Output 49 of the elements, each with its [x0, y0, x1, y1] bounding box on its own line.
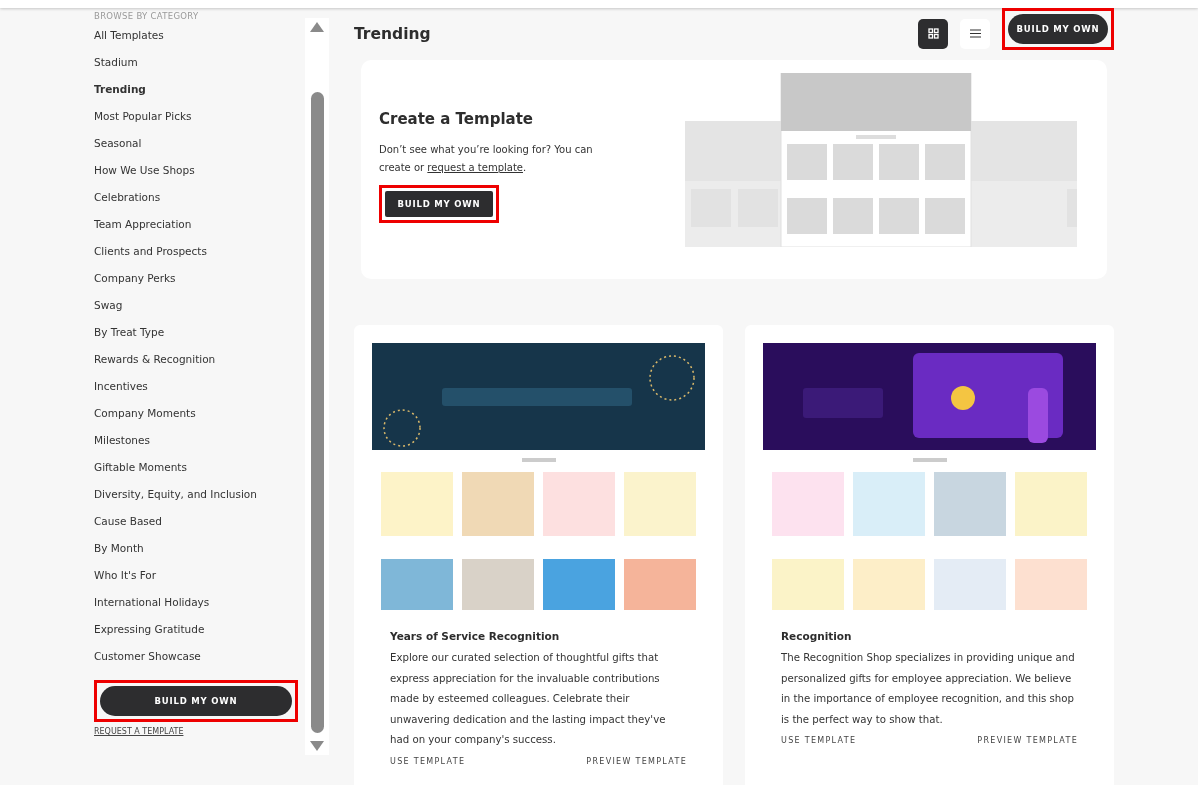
category-link[interactable]: Team Appreciation — [94, 216, 302, 243]
template-title: Years of Service Recognition — [390, 630, 561, 642]
category-link[interactable]: Diversity, Equity, and Inclusion — [94, 486, 302, 513]
request-template-link[interactable]: request a template — [427, 161, 523, 173]
scrollbar-thumb[interactable] — [310, 92, 324, 733]
category-link[interactable]: Stadium — [94, 54, 302, 81]
view-toggle[interactable] — [960, 18, 990, 49]
category-link[interactable]: Most Popular Picks — [94, 108, 302, 135]
category-link[interactable]: By Treat Type — [94, 324, 302, 351]
category-link[interactable]: Expressing Gratitude — [94, 621, 302, 648]
grid-icon — [927, 28, 939, 40]
category-link[interactable]: Cause Based — [94, 513, 302, 540]
template-title: Recognition — [781, 630, 853, 642]
category-link[interactable]: Company Moments — [94, 405, 302, 432]
category-link[interactable]: By Month — [94, 540, 302, 567]
category-link[interactable]: All Templates — [94, 27, 302, 54]
category-link[interactable]: Milestones — [94, 432, 302, 459]
build-my-own-button[interactable]: BUILD MY OWN — [385, 190, 493, 217]
category-link[interactable]: Company Perks — [94, 270, 302, 297]
scrollbar[interactable] — [305, 18, 329, 755]
build-my-own-button[interactable]: BUILD MY OWN — [100, 686, 292, 716]
build-my-own-button[interactable]: BUILD MY OWN — [1008, 14, 1108, 44]
scroll-up-icon — [310, 22, 325, 32]
section-heading: BROWSE BY CATEGORY — [94, 11, 200, 23]
category-link[interactable]: Clients and Prospects — [94, 243, 302, 270]
template-description: The Recognition Shop specializes in providing unique and personalized gifts for employee appreciation. We believe in the importance of employee recognition, and this shop is the perfect way to show that. — [781, 651, 1076, 727]
request-template-link[interactable]: REQUEST A TEMPLATE — [94, 727, 302, 736]
preview-template-link[interactable]: PREVIEW TEMPLATE — [977, 736, 1078, 745]
preview-template-link[interactable]: PREVIEW TEMPLATE — [586, 756, 687, 766]
category-link[interactable]: Trending — [94, 81, 302, 108]
category-link[interactable]: Giftable Moments — [94, 459, 302, 486]
use-template-link[interactable]: USE TEMPLATE — [781, 736, 857, 745]
category-link[interactable]: Celebrations — [94, 189, 302, 216]
template-description: Explore our curated selection of thoughtful gifts that express appreciation for the invaluable contributions made by esteemed colleagues. Celebrate their unwavering dedication and the lasting impact they've had on your company's success. — [390, 651, 667, 747]
category-link[interactable]: How We Use Shops — [94, 162, 302, 189]
category-link[interactable]: Seasonal — [94, 135, 302, 162]
category-link[interactable]: Customer Showcase — [94, 648, 302, 675]
page-title: Trending — [354, 24, 432, 43]
menu-icon — [969, 29, 981, 39]
card-title: Create a Template — [379, 109, 534, 128]
category-link[interactable]: International Holidays — [94, 594, 302, 621]
category-link[interactable]: Incentives — [94, 378, 302, 405]
category-link[interactable]: Rewards & Recognition — [94, 351, 302, 378]
category-link[interactable]: Swag — [94, 297, 302, 324]
scroll-down-icon — [310, 741, 325, 751]
card-text: Don’t see what you’re looking for? You can create or request a template. — [379, 142, 594, 175]
view-toggle[interactable] — [918, 18, 948, 49]
category-link[interactable]: Who It's For — [94, 567, 302, 594]
use-template-link[interactable]: USE TEMPLATE — [390, 756, 466, 766]
